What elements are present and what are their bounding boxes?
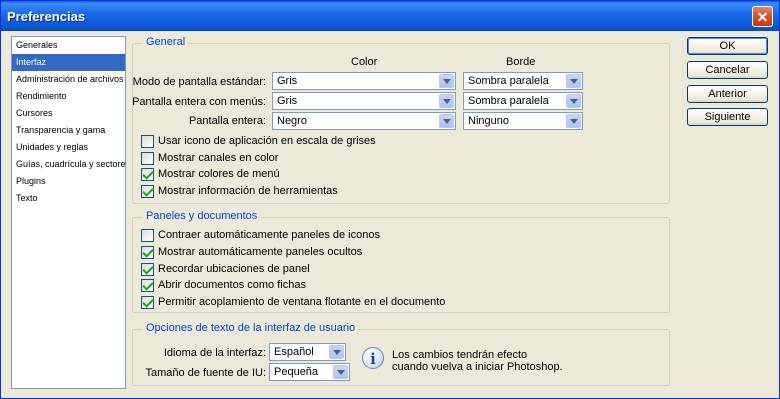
sidebar-item-administracion-archivos[interactable]: Administración de archivos [12, 71, 125, 88]
restart-notice-line2: cuando vuelva a iniciar Photoshop. [392, 361, 563, 373]
chevron-down-icon [439, 94, 454, 108]
sidebar-item-plugins[interactable]: Plugins [12, 173, 125, 190]
checkbox-label: Contraer automáticamente paneles de icon… [158, 229, 380, 241]
ui-font-size-select[interactable]: Pequeña [269, 363, 350, 381]
sidebar-item-unidades-reglas[interactable]: Unidades y reglas [12, 139, 125, 156]
standard-color-select[interactable]: Gris [272, 72, 456, 90]
category-list[interactable]: Generales Interfaz Administración de arc… [11, 36, 126, 389]
fullscreen-label: Pantalla entera: [188, 115, 266, 127]
fullscreen-menus-border-select[interactable]: Sombra paralela [463, 92, 583, 110]
text-options-legend: Opciones de texto de la interfaz de usua… [143, 322, 359, 334]
checkbox-label: Mostrar canales en color [158, 152, 279, 164]
color-column-header: Color [351, 56, 378, 68]
sidebar-item-interfaz[interactable]: Interfaz [12, 54, 125, 71]
ok-button[interactable]: OK [687, 37, 768, 55]
chevron-down-icon [566, 114, 581, 128]
info-icon: i [362, 347, 384, 369]
border-column-header: Borde [506, 56, 536, 68]
fullscreen-menus-color-select[interactable]: Gris [272, 92, 456, 110]
language-select[interactable]: Español [269, 343, 346, 361]
ui-font-size-value: Pequeña [274, 366, 319, 378]
restart-notice-line1: Los cambios tendrán efecto [392, 349, 528, 361]
sidebar-item-generales[interactable]: Generales [12, 37, 125, 54]
checkbox-label: Mostrar colores de menú [158, 168, 280, 180]
fullscreen-menus-color-value: Gris [277, 95, 298, 107]
checkbox-label: Permitir acoplamiento de ventana flotant… [158, 296, 446, 308]
checkbox-box[interactable] [141, 152, 154, 165]
language-label: Idioma de la interfaz: [163, 347, 266, 359]
title-bar[interactable]: Preferencias [1, 1, 779, 31]
sidebar-item-guias[interactable]: Guías, cuadrícula y sectores [12, 156, 125, 173]
cancel-button[interactable]: Cancelar [687, 61, 768, 79]
fullscreen-color-select[interactable]: Negro [272, 112, 456, 130]
restart-notice: Los cambios tendrán efecto cuando vuelva… [392, 349, 563, 373]
fullscreen-border-select[interactable]: Ninguno [463, 112, 583, 130]
preferences-dialog: Preferencias Generales Interfaz Administ… [0, 0, 780, 399]
close-button[interactable] [752, 6, 773, 27]
chevron-down-icon [439, 114, 454, 128]
standard-screen-label: Modo de pantalla estándar: [132, 76, 266, 88]
sidebar-item-rendimiento[interactable]: Rendimiento [12, 88, 125, 105]
window-title: Preferencias [7, 9, 86, 24]
sidebar-item-transparencia-gama[interactable]: Transparencia y gama [12, 122, 125, 139]
panels-legend: Paneles y documentos [143, 210, 261, 222]
checkbox-box[interactable] [141, 296, 154, 309]
previous-button[interactable]: Anterior [687, 85, 768, 103]
fullscreen-color-value: Negro [277, 115, 307, 127]
chevron-down-icon [333, 365, 348, 379]
next-button[interactable]: Siguiente [687, 108, 768, 126]
sidebar-item-cursores[interactable]: Cursores [12, 105, 125, 122]
checkbox-box[interactable] [141, 279, 154, 292]
sidebar-item-texto[interactable]: Texto [12, 190, 125, 207]
chevron-down-icon [329, 345, 344, 359]
general-legend: General [143, 36, 189, 48]
language-value: Español [274, 346, 314, 358]
checkbox-label: Mostrar automáticamente paneles ocultos [158, 246, 363, 258]
checkbox-label: Mostrar información de herramientas [158, 185, 338, 197]
standard-color-value: Gris [277, 75, 298, 87]
checkbox-box[interactable] [141, 168, 154, 181]
chevron-down-icon [566, 94, 581, 108]
fullscreen-menus-border-value: Sombra paralela [468, 95, 549, 107]
standard-border-value: Sombra paralela [468, 75, 549, 87]
fullscreen-menus-label: Pantalla entera con menús: [132, 96, 266, 108]
chevron-down-icon [439, 74, 454, 88]
chevron-down-icon [566, 74, 581, 88]
checkbox-label: Usar icono de aplicación en escala de gr… [158, 135, 376, 147]
checkbox-box[interactable] [141, 246, 154, 259]
standard-border-select[interactable]: Sombra paralela [463, 72, 583, 90]
checkbox-box[interactable] [141, 263, 154, 276]
checkbox-box[interactable] [141, 185, 154, 198]
checkbox-box[interactable] [141, 229, 154, 242]
fullscreen-border-value: Ninguno [468, 115, 509, 127]
checkbox-label: Recordar ubicaciones de panel [158, 263, 310, 275]
checkbox-box[interactable] [141, 135, 154, 148]
checkbox-label: Abrir documentos como fichas [158, 279, 306, 291]
ui-font-size-label: Tamaño de fuente de IU: [145, 367, 266, 379]
